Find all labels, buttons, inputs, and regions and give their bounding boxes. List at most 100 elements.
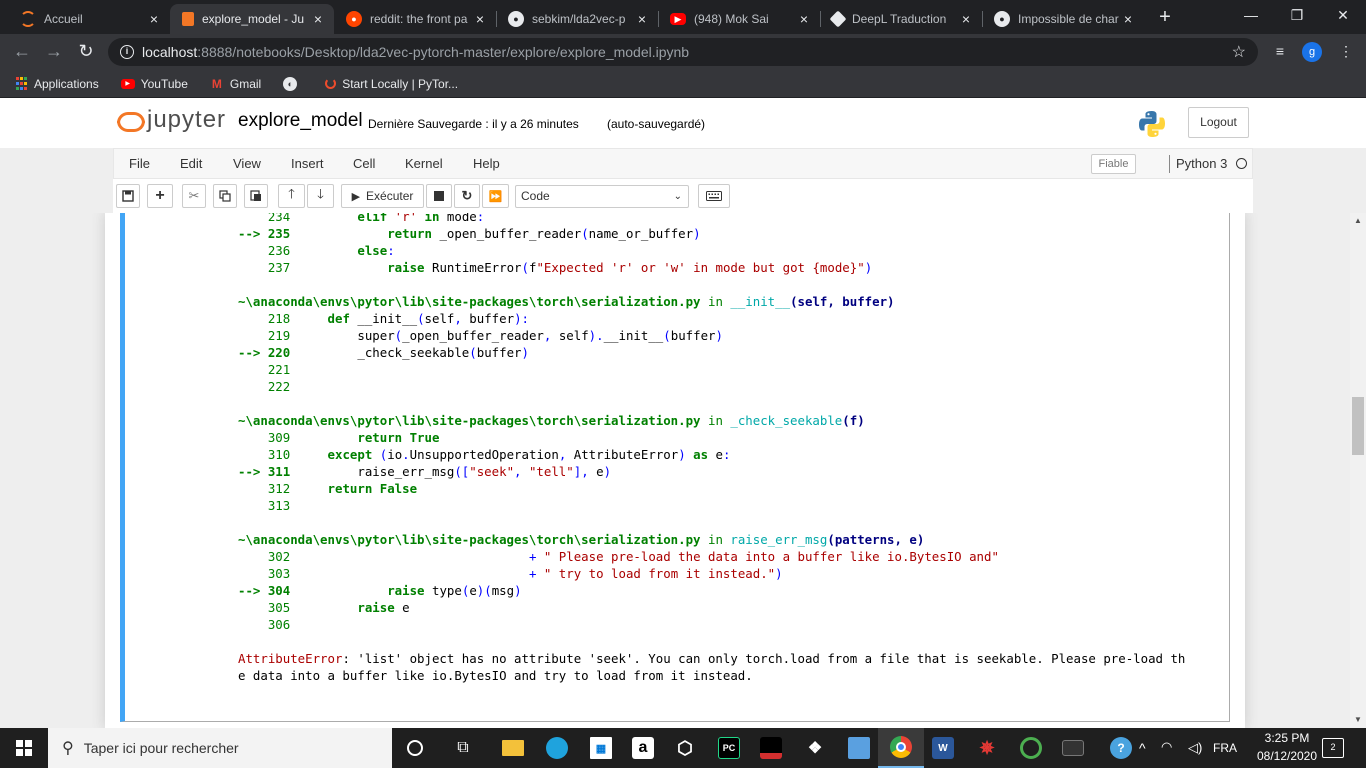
profile-avatar[interactable]: g	[1302, 42, 1322, 62]
move-down-button[interactable]: 🡓	[307, 184, 334, 208]
info-icon[interactable]: i	[120, 45, 134, 59]
copy-button[interactable]	[213, 184, 237, 208]
menu-file[interactable]: File	[129, 156, 150, 171]
reading-list-icon[interactable]: ≡	[1268, 40, 1292, 64]
traceback-line: 310 except (io.UnsupportedOperation, Att…	[238, 447, 731, 462]
help-tray-button[interactable]: ?	[1098, 728, 1144, 768]
minimize-icon[interactable]: —	[1228, 4, 1274, 28]
restart-kernel-button[interactable]: ↻	[454, 184, 480, 208]
taskbar-search[interactable]: ⚲ Taper ici pour rechercher	[48, 728, 392, 768]
close-icon[interactable]: ×	[472, 11, 488, 27]
save-button[interactable]	[116, 184, 140, 208]
jupyter-logo[interactable]: jupyter	[117, 106, 226, 134]
bookmark-gmail[interactable]: M Gmail	[210, 77, 261, 91]
command-palette-button[interactable]	[698, 184, 730, 208]
clock-date[interactable]: 08/12/2020	[1256, 749, 1318, 763]
menu-edit[interactable]: Edit	[180, 156, 202, 171]
traceback-line: 236 else:	[238, 243, 395, 258]
edge-button[interactable]	[534, 728, 580, 768]
chevron-up-icon[interactable]: ^	[1139, 740, 1146, 756]
dropbox-button[interactable]: ❖	[792, 728, 838, 768]
bookmark-youtube[interactable]: ▶ YouTube	[120, 77, 188, 91]
interrupt-kernel-button[interactable]	[426, 184, 452, 208]
run-button[interactable]: ▶ Exécuter	[341, 184, 424, 208]
terminal-button[interactable]	[1050, 728, 1096, 768]
app-green-button[interactable]	[1008, 728, 1054, 768]
traceback-line: 309 return True	[238, 430, 440, 445]
tab-youtube[interactable]: ▶ (948) Mok Sai ×	[658, 4, 820, 34]
app-box-button[interactable]	[836, 728, 882, 768]
traceback-line: 237 raise RuntimeError(f"Expected 'r' or…	[238, 260, 873, 275]
notebook-name[interactable]: explore_model	[238, 110, 363, 132]
menu-kernel[interactable]: Kernel	[405, 156, 443, 171]
scroll-up-icon[interactable]: ▲	[1350, 213, 1366, 229]
browser-tab-strip: Accueil × explore_model - Ju × ● reddit:…	[0, 0, 1366, 34]
wifi-icon[interactable]: ◠	[1161, 739, 1172, 755]
menu-insert[interactable]: Insert	[291, 156, 324, 171]
cell-type-select[interactable]: Code ⌄	[515, 185, 689, 208]
scroll-down-icon[interactable]: ▼	[1350, 712, 1366, 728]
bookmark-star-icon[interactable]: ☆	[1232, 42, 1246, 62]
bookmark-pytorch[interactable]: Start Locally | PyTor...	[325, 77, 458, 91]
cell-type-value: Code	[521, 189, 550, 203]
new-tab-button[interactable]: +	[1153, 6, 1177, 30]
menu-view[interactable]: View	[233, 156, 261, 171]
kebab-menu-icon[interactable]: ⋮	[1334, 40, 1358, 64]
close-icon[interactable]: ×	[796, 11, 812, 27]
back-arrow-icon[interactable]: ←	[10, 40, 34, 64]
chrome-button[interactable]	[878, 728, 924, 768]
traceback-line: 313	[238, 498, 298, 513]
restart-run-all-button[interactable]: ⏩	[482, 184, 509, 208]
clock-time[interactable]: 3:25 PM	[1256, 731, 1318, 745]
selected-code-cell[interactable]: 233 return _open_buffer_writer(name_or_b…	[120, 213, 1230, 722]
word-button[interactable]: W	[920, 728, 966, 768]
start-button[interactable]	[0, 728, 48, 768]
close-icon[interactable]: ×	[634, 11, 650, 27]
notification-center-button[interactable]: 2	[1322, 738, 1344, 758]
app-spider-button[interactable]: ✵	[964, 728, 1010, 768]
scissors-icon: ✂	[188, 188, 200, 203]
amazon-button[interactable]: a	[620, 728, 666, 768]
tab-reddit[interactable]: ● reddit: the front pa ×	[334, 4, 496, 34]
page-scrollbar[interactable]: ▲ ▼	[1350, 213, 1366, 728]
notebook-menubar: File Edit View Insert Cell Kernel Help F…	[113, 148, 1253, 179]
menu-help[interactable]: Help	[473, 156, 500, 171]
paste-button[interactable]	[244, 184, 268, 208]
bookmark-globe[interactable]: ◐	[283, 76, 303, 91]
store-button[interactable]: ▦	[578, 728, 624, 768]
logout-button[interactable]: Logout	[1188, 107, 1249, 138]
traceback-line: 234 elif 'r' in mode:	[238, 213, 485, 224]
chevron-down-icon: ⌄	[673, 191, 682, 202]
close-window-icon[interactable]: ✕	[1320, 4, 1366, 28]
forward-arrow-icon[interactable]: →	[42, 40, 66, 64]
tab-explore-model[interactable]: explore_model - Ju ×	[170, 4, 334, 34]
restore-icon[interactable]: ❐	[1274, 4, 1320, 28]
app-red-button[interactable]	[748, 728, 794, 768]
scrollbar-thumb[interactable]	[1352, 397, 1364, 455]
tab-github-impossible[interactable]: ● Impossible de char ×	[982, 4, 1144, 34]
language-indicator[interactable]: FRA	[1213, 741, 1237, 755]
close-icon[interactable]: ×	[310, 11, 326, 27]
virtualbox-button[interactable]: ⬡	[662, 728, 708, 768]
tab-github-lda2vec[interactable]: ● sebkim/lda2vec-p ×	[496, 4, 658, 34]
reload-icon[interactable]: ↻	[74, 40, 98, 64]
insert-cell-button[interactable]: +	[147, 184, 173, 208]
bookmark-applications[interactable]: Applications	[14, 77, 99, 91]
chrome-icon	[890, 736, 912, 758]
trusted-indicator[interactable]: Fiable	[1091, 154, 1136, 174]
address-bar[interactable]: i localhost:8888/notebooks/Desktop/lda2v…	[108, 38, 1258, 66]
tab-deepl[interactable]: DeepL Traduction ×	[820, 4, 982, 34]
cortana-button[interactable]	[392, 728, 438, 768]
pycharm-button[interactable]: PC	[706, 728, 752, 768]
cut-button[interactable]: ✂	[182, 184, 206, 208]
menu-cell[interactable]: Cell	[353, 156, 375, 171]
kernel-name: Python 3	[1176, 156, 1228, 171]
close-icon[interactable]: ×	[1120, 11, 1136, 27]
close-icon[interactable]: ×	[958, 11, 974, 27]
file-explorer-button[interactable]	[490, 728, 536, 768]
volume-icon[interactable]: ◁)	[1188, 740, 1202, 756]
tab-accueil[interactable]: Accueil ×	[8, 4, 170, 34]
close-icon[interactable]: ×	[146, 11, 162, 27]
move-up-button[interactable]: 🡑	[278, 184, 305, 208]
task-view-button[interactable]: ⧉	[440, 728, 486, 768]
